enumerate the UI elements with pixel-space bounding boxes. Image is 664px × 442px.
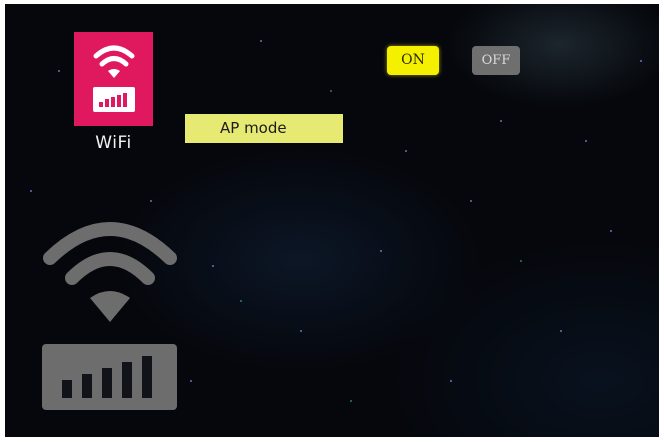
- frame-border-top: [0, 0, 664, 4]
- off-button[interactable]: OFF: [472, 46, 520, 75]
- on-button[interactable]: ON: [387, 46, 439, 75]
- wifi-label: WiFi: [95, 133, 132, 153]
- ap-mode-option[interactable]: AP mode: [185, 114, 343, 143]
- frame-border-right: [659, 0, 664, 442]
- wifi-signal-icon: [93, 45, 135, 112]
- wifi-settings-screen: WiFi AP mode ON OFF: [0, 0, 664, 442]
- frame-border-left: [0, 0, 5, 442]
- frame-border-bottom: [0, 437, 664, 442]
- wifi-preview-icon: [40, 218, 180, 418]
- wifi-tile[interactable]: [74, 32, 153, 126]
